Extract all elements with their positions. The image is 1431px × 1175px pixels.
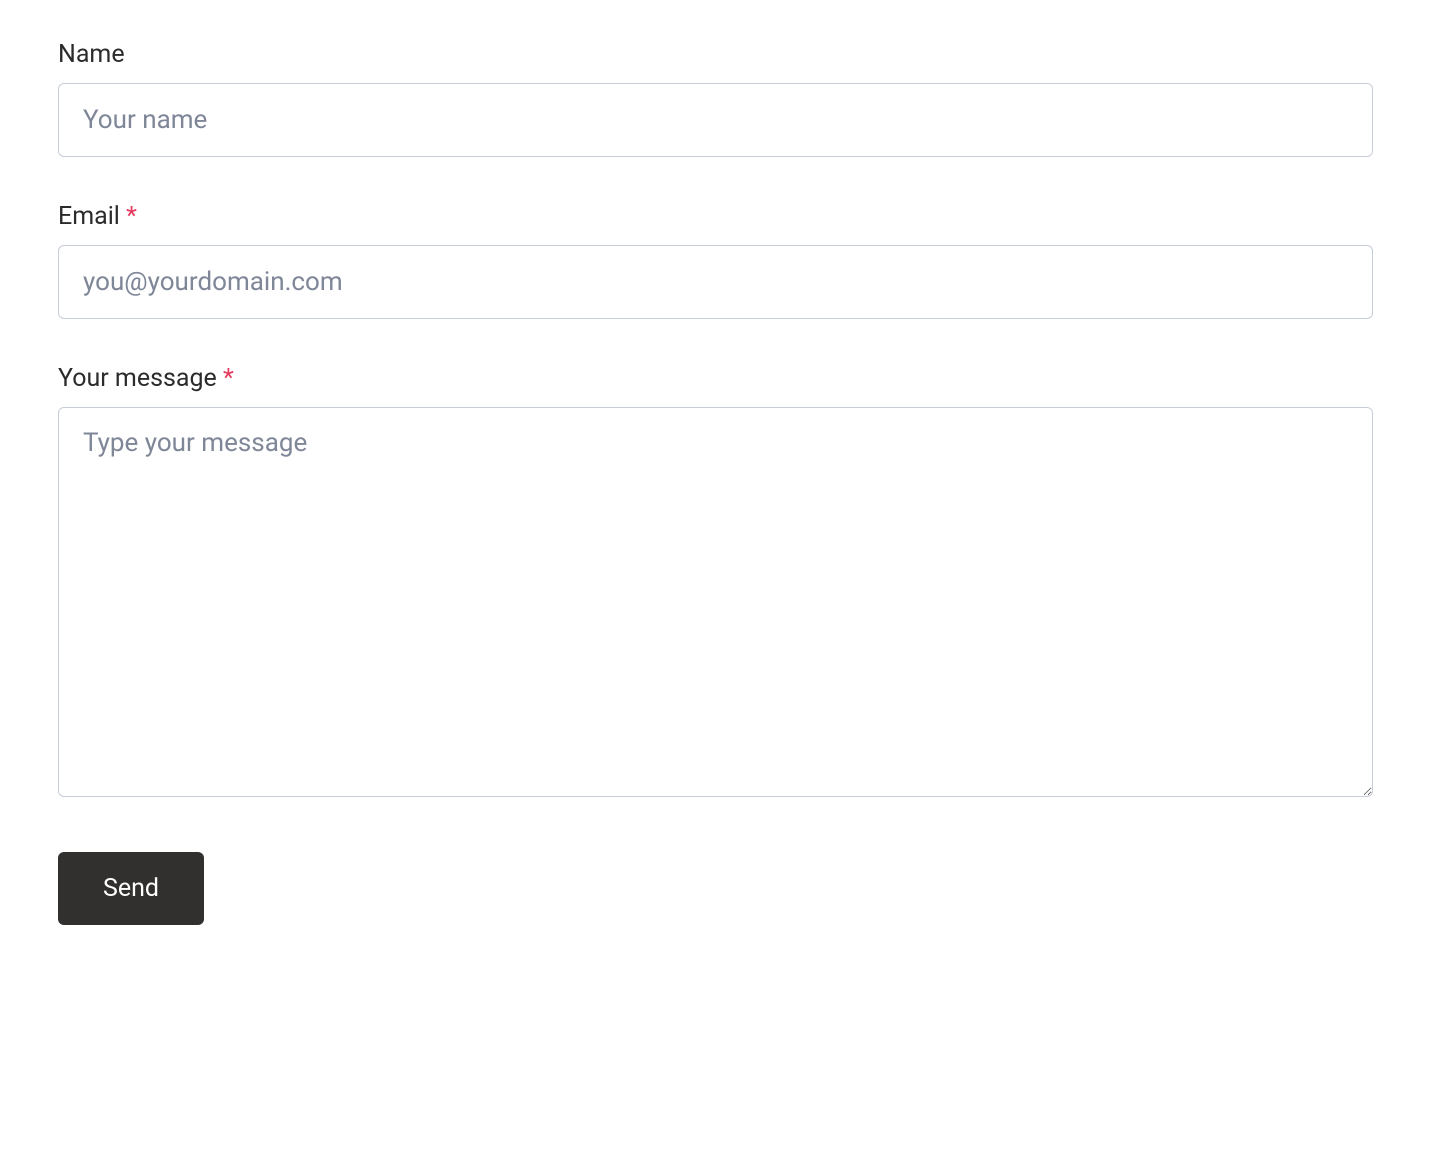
email-label: Email * [58, 202, 1373, 231]
name-label-text: Name [58, 40, 125, 69]
send-button[interactable]: Send [58, 852, 204, 925]
name-label: Name [58, 40, 1373, 69]
name-field-group: Name [58, 40, 1373, 157]
email-label-text: Email [58, 202, 120, 231]
contact-form: Name Email * Your message * Send [58, 40, 1373, 925]
required-mark-icon: * [126, 202, 137, 231]
required-mark-icon: * [223, 364, 234, 393]
message-textarea[interactable] [58, 407, 1373, 797]
name-input[interactable] [58, 83, 1373, 157]
message-field-group: Your message * [58, 364, 1373, 801]
email-input[interactable] [58, 245, 1373, 319]
message-label: Your message * [58, 364, 1373, 393]
message-label-text: Your message [58, 364, 217, 393]
email-field-group: Email * [58, 202, 1373, 319]
